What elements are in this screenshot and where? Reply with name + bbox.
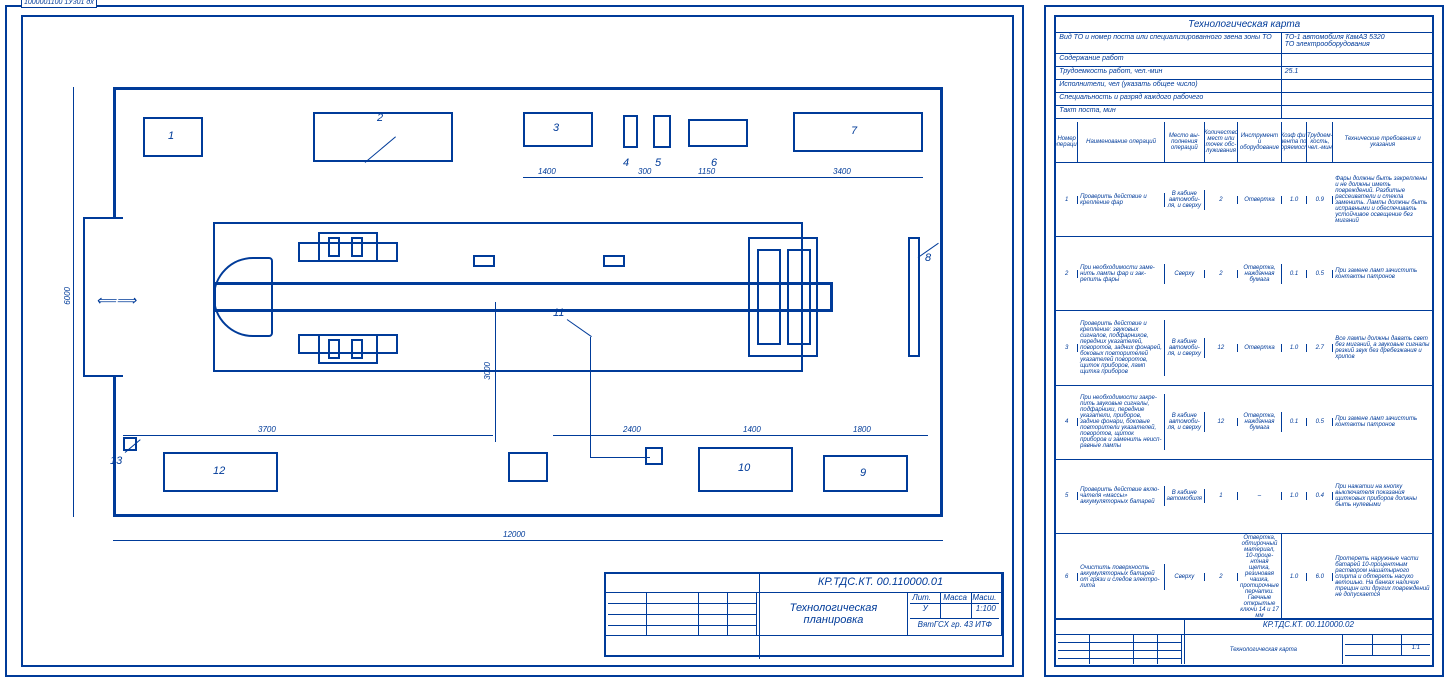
- hdim-1400: 1400: [538, 167, 556, 176]
- label-9: 9: [860, 467, 866, 479]
- meta-row6: Такт поста, мин: [1056, 106, 1281, 118]
- code-tab: 1000001100 1У301 дх: [21, 0, 97, 8]
- meta-row1-label: Вид ТО и номер поста или специализирован…: [1056, 33, 1281, 53]
- table-row: 5Проверить действие вклю­чателя «массы» …: [1056, 460, 1432, 534]
- meta-row2: Содержание работ: [1056, 54, 1281, 66]
- table-row: 1Проверить действие и крепление фарВ каб…: [1056, 163, 1432, 237]
- label-7: 7: [851, 125, 857, 137]
- vdim-total: 6000: [63, 287, 72, 305]
- label-3: 3: [553, 122, 559, 134]
- operations-table: Номер операции Наименование операций Мес…: [1056, 122, 1432, 620]
- label-13: 13: [110, 455, 122, 467]
- hdim-3700: 3700: [258, 425, 276, 434]
- title-block-left: КР.ТДС.КТ. 00.110000.01 Технологическая …: [604, 572, 1004, 657]
- hdim-1150: 1150: [698, 167, 715, 176]
- meta-row1-value: ТО-1 автомобиля КамАЗ 5320 ТО электрообо…: [1282, 33, 1432, 53]
- hdim-2400: 2400: [623, 425, 641, 434]
- label-8: 8: [925, 252, 931, 264]
- card-title: Технологическая карта: [1056, 17, 1432, 33]
- tb-code: КР.ТДС.КТ. 00.110000.01: [760, 574, 1003, 592]
- floor-plan: ⟸⟹ 1 2 3 4 5 6 7: [63, 57, 983, 542]
- label-5: 5: [655, 157, 661, 169]
- table-head: Номер операции Наименование операций Мес…: [1056, 122, 1432, 163]
- label-11: 11: [553, 307, 564, 319]
- table-row: 6Очистить поверхность аккумуляторных бат…: [1056, 534, 1432, 620]
- label-2: 2: [377, 112, 383, 124]
- table-row: 3Проверить действие и креп­ление: звуков…: [1056, 311, 1432, 385]
- table-row: 4При необходимости закре­пить звуковые с…: [1056, 386, 1432, 460]
- tb-org: ВятГСХ гр. 43 ИТФ: [910, 618, 999, 635]
- card-frame: Технологическая карта Вид ТО и номер пос…: [1054, 15, 1434, 667]
- hdim-1800: 1800: [853, 425, 871, 434]
- meta-row3-label: Трудоемкость работ, чел.-мин: [1056, 67, 1281, 79]
- hdim-1400b: 1400: [743, 425, 761, 434]
- hdim-300: 300: [638, 167, 651, 176]
- door-arrow: ⟸⟹: [96, 292, 136, 309]
- label-4: 4: [623, 157, 629, 169]
- right-tech-card-sheet: Технологическая карта Вид ТО и номер пос…: [1044, 5, 1444, 677]
- hdim-total: 12000: [503, 530, 525, 539]
- title-block-right: КР.ТДС.КТ. 00.110000.02 Технологическая …: [1056, 618, 1432, 665]
- label-1: 1: [168, 130, 174, 142]
- label-12: 12: [213, 465, 225, 477]
- meta-row4: Исполнители, чел (указать общее число): [1056, 80, 1281, 92]
- meta-row3-value: 25.1: [1282, 67, 1432, 79]
- tb-title: Технологическая планировка: [760, 593, 909, 635]
- table-row: 2При необходимости заме­нить лампы фар и…: [1056, 237, 1432, 311]
- sheet-frame: ⟸⟹ 1 2 3 4 5 6 7: [21, 15, 1014, 667]
- hdim-3400: 3400: [833, 167, 851, 176]
- left-drawing-sheet: 1000001100 1У301 дх ⟸⟹ 1 2 3 4 5 6 7: [5, 5, 1024, 677]
- meta-row5: Специальность и разряд каждого рабочего: [1056, 93, 1281, 105]
- label-10: 10: [738, 462, 750, 474]
- vdim-mid: 3000: [483, 362, 492, 380]
